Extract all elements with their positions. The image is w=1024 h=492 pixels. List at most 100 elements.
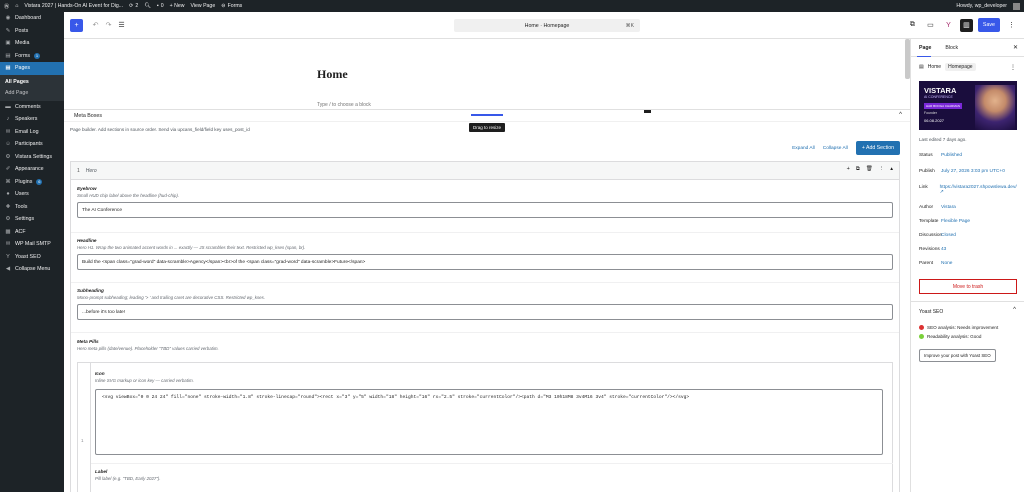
view-page-icon[interactable]: ⧉ (906, 19, 919, 32)
settings-icon: ⚙ (5, 216, 11, 223)
eyebrow-input[interactable]: The AI Conference (77, 202, 893, 218)
page-options-icon[interactable]: ⋮ (1010, 64, 1016, 71)
resize-handle[interactable] (471, 114, 503, 116)
save-button[interactable]: Save (977, 18, 1000, 32)
site-title[interactable]: Vistara 2027 | Hands-On AI Event for Dig… (24, 3, 123, 9)
sidebar-item-users[interactable]: ● Users (0, 188, 64, 201)
search-icon[interactable]: 🔍︎ (144, 3, 151, 9)
settings-panel-icon[interactable]: ▥ (959, 18, 973, 32)
duplicate-icon[interactable]: ⧉ (856, 166, 860, 173)
add-section-button[interactable]: + Add Section (855, 141, 900, 155)
page-title[interactable]: Home (317, 67, 348, 82)
document-title-bar[interactable]: Home · Homepage ⌘K (454, 19, 640, 32)
wordpress-logo-icon[interactable]: Ⓦ (4, 3, 9, 10)
submenu-all-pages[interactable]: All Pages (0, 77, 64, 88)
sidebar-item-posts[interactable]: ✎ Posts (0, 25, 64, 38)
sidebar-item-forms[interactable]: ▤ Forms 1 (0, 50, 64, 63)
yoast-icon: Y (6, 253, 10, 260)
sidebar-item-plugins[interactable]: ⌘ Plugins 6 (0, 176, 64, 189)
expand-all-link[interactable]: Expand All (792, 146, 815, 151)
undo-icon[interactable]: ↶ (89, 19, 102, 32)
meta-boxes-header[interactable]: Meta Boxes ^ (64, 110, 910, 122)
row-value[interactable]: 43 (941, 247, 946, 252)
sidebar-item-comments[interactable]: ▬ Comments (0, 101, 64, 114)
sidebar-item-vistara-settings[interactable]: ⚙ Vistara Settings (0, 151, 64, 164)
options-icon[interactable]: ⋮ (1005, 19, 1018, 32)
updates-link[interactable]: ⟳ 2 (129, 3, 138, 9)
avatar[interactable] (1013, 2, 1020, 10)
more-options-icon[interactable]: ⋮ (879, 166, 885, 173)
sidebar-item-label: Vistara Settings (15, 153, 53, 160)
row-value[interactable]: https://vistara2027.shpowslewa.dev/ ↗ (940, 185, 1017, 195)
sidebar-item-speakers[interactable]: ♪ Speakers (0, 113, 64, 126)
sidebar-item-label: WP Mail SMTP (15, 241, 51, 248)
add-block-button[interactable]: + (70, 18, 83, 32)
sidebar-item-yoast-seo[interactable]: Y Yoast SEO (0, 251, 64, 264)
collapse-icon[interactable]: ▴ (890, 166, 893, 173)
collapse-all-link[interactable]: Collapse All (823, 146, 848, 151)
new-content-link[interactable]: + New (170, 3, 185, 9)
sidebar-item-settings[interactable]: ⚙ Settings (0, 213, 64, 226)
tab-block[interactable]: Block (945, 45, 958, 51)
redo-icon[interactable]: ↷ (102, 19, 115, 32)
row-value[interactable]: Flexible Page (941, 219, 970, 224)
improve-yoast-button[interactable]: Improve your post with Yoast SEO (919, 349, 996, 362)
row-value[interactable]: July 27, 2026 3:03 pm UTC+0 (941, 169, 1005, 174)
row-value[interactable]: Vistara (941, 205, 956, 210)
speakers-icon: ♪ (6, 116, 10, 123)
field-headline: Headline Hero H1. Wrap the two animated … (77, 238, 893, 270)
view-page-link[interactable]: View Page (191, 3, 216, 9)
drag-tooltip: Drag to resize (469, 123, 506, 132)
document-overview-icon[interactable]: ☰ (115, 19, 128, 32)
sidebar-item-collapse-menu[interactable]: ◀ Collapse Menu (0, 263, 64, 276)
tab-page[interactable]: Page (919, 45, 931, 51)
chevron-up-icon[interactable]: ^ (1013, 307, 1016, 313)
plus-icon[interactable]: + (847, 166, 850, 173)
yoast-panel-title[interactable]: Yoast SEO (919, 309, 943, 315)
preview-device-icon[interactable]: ▭ (924, 19, 937, 32)
sidebar-item-email-log[interactable]: ✉ Email Log (0, 126, 64, 139)
yoast-icon[interactable]: Y (942, 19, 955, 32)
sidebar-item-wp-mail-smtp[interactable]: ✉ WP Mail SMTP (0, 238, 64, 251)
settings-tabs: Page Block ✕ (911, 39, 1024, 57)
sidebar-item-appearance[interactable]: ✐ Appearance (0, 163, 64, 176)
row-value[interactable]: Closed (941, 233, 956, 238)
chevron-up-icon[interactable]: ^ (899, 112, 902, 118)
row-value[interactable]: None (941, 261, 952, 266)
field-help: Mono-prompt subheading; leading '> ' and… (77, 295, 266, 300)
participants-icon: ☺ (5, 141, 11, 148)
sidebar-item-media[interactable]: ▣ Media (0, 37, 64, 50)
field-label: Eyebrow (77, 186, 97, 191)
pin-icon: ✎ (5, 27, 11, 34)
block-inserter-handle[interactable] (644, 110, 651, 113)
sidebar-item-label: Dashboard (15, 15, 41, 22)
row-value[interactable]: Published (941, 153, 962, 158)
comments-link[interactable]: ▪ 0 (157, 3, 164, 9)
trash-icon[interactable]: 🗑︎ (866, 166, 873, 173)
featured-image[interactable]: VISTARA AI CONFERENCE HAR BOOGA CHARMAN … (919, 81, 1017, 130)
row-index: 1 (81, 438, 84, 443)
subheading-input[interactable]: ...before it's too late! (77, 304, 893, 320)
home-icon: ⌂ (15, 3, 19, 9)
submenu-add-page[interactable]: Add Page (0, 88, 64, 99)
howdy-user-link[interactable]: Howdy, wp_developer (956, 3, 1007, 9)
subfield-icon: Icon Inline SVG markup or icon key — car… (95, 371, 194, 383)
editor-canvas[interactable]: Home Type / to choose a block (64, 39, 910, 109)
field-label: Icon (95, 371, 105, 376)
sidebar-item-pages[interactable]: ▦ Pages (0, 62, 64, 75)
page-icon: ▤ (919, 64, 924, 70)
sidebar-item-acf[interactable]: ▩ ACF (0, 226, 64, 239)
sidebar-item-dashboard[interactable]: ◉ Dashboard (0, 12, 64, 25)
section-header[interactable]: 1 Hero (71, 162, 899, 180)
sidebar-item-tools[interactable]: ✚ Tools (0, 201, 64, 214)
meta-actions: Expand All Collapse All + Add Section (792, 141, 900, 155)
sidebar-item-participants[interactable]: ☺ Participants (0, 138, 64, 151)
move-to-trash-button[interactable]: Move to trash (919, 279, 1017, 294)
forms-link[interactable]: ⊖ Forms (221, 3, 242, 9)
summary-row-parent: Parent None (919, 261, 1017, 266)
headline-input[interactable]: Build the <span class="grad-word" data-s… (77, 254, 893, 270)
block-placeholder[interactable]: Type / to choose a block (317, 102, 371, 108)
close-icon[interactable]: ✕ (1013, 44, 1018, 51)
summary-row-status: Status Published (919, 153, 1017, 158)
icon-svg-textarea[interactable]: <svg viewBox="0 0 24 24" fill="none" str… (95, 389, 883, 455)
